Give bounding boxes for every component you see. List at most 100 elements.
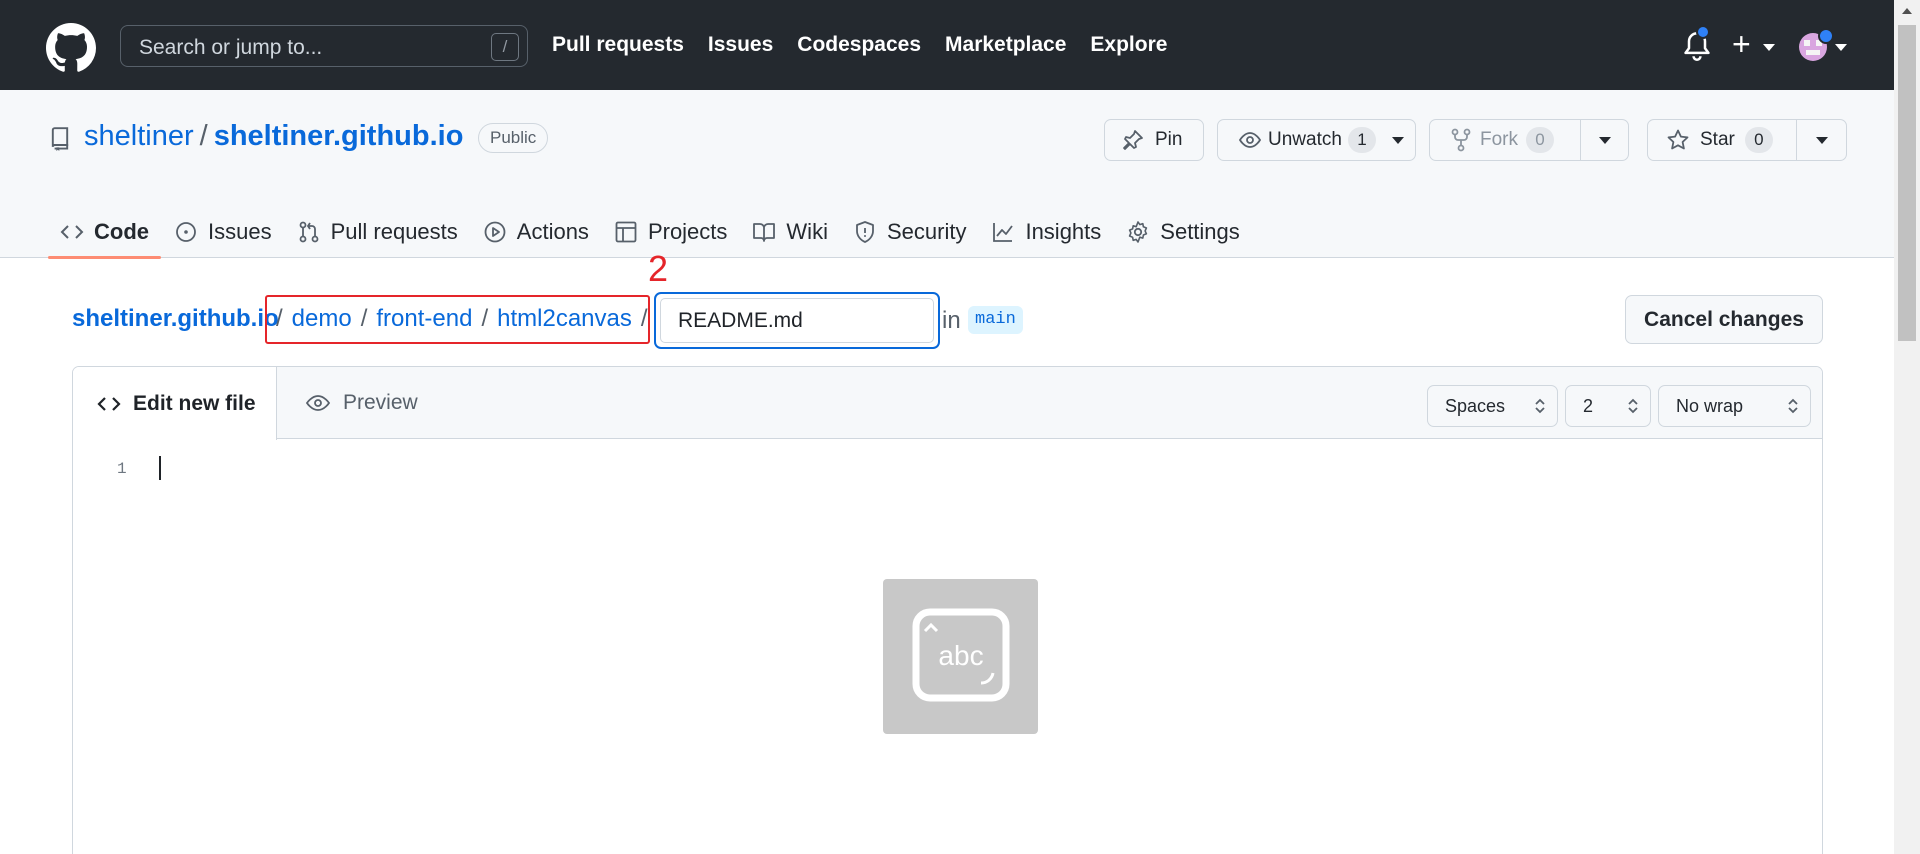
wrap-mode-select[interactable]: No wrap — [1658, 385, 1811, 427]
tab-actions[interactable]: Actions — [471, 206, 601, 258]
fork-count: 0 — [1526, 127, 1554, 153]
nav-codespaces[interactable]: Codespaces — [797, 33, 921, 57]
pin-label: Pin — [1155, 129, 1183, 150]
indent-mode-value: Spaces — [1445, 396, 1506, 416]
star-icon — [1667, 129, 1689, 150]
table-icon — [615, 221, 637, 243]
tab-projects-label: Projects — [647, 219, 728, 244]
tab-pull-requests[interactable]: Pull requests — [285, 206, 470, 258]
repo-header: sheltiner / sheltiner.github.io Public Pin… — [0, 90, 1894, 259]
filename-field-focus-ring — [654, 292, 940, 349]
fork-button-group: Fork 0 — [1429, 119, 1629, 161]
repo-icon — [51, 127, 69, 151]
repo-title: sheltiner / sheltiner.github.io — [84, 120, 463, 153]
fork-icon — [1451, 128, 1471, 152]
nav-pull-requests[interactable]: Pull requests — [552, 33, 684, 57]
scroll-up-arrow-icon[interactable] — [1902, 8, 1912, 14]
editor-toolbar: Edit new file Preview Spaces 2 No wrap — [73, 367, 1822, 440]
unwatch-caret-icon — [1391, 136, 1404, 144]
shield-icon — [856, 221, 874, 243]
tab-edit-new-file[interactable]: Edit new file — [73, 367, 277, 440]
pin-button[interactable]: Pin — [1104, 119, 1204, 161]
pin-icon — [1123, 130, 1143, 150]
tab-edit-label: Edit new file — [133, 391, 256, 415]
star-label: Star — [1700, 129, 1735, 150]
avatar-status-dot — [1818, 28, 1834, 44]
branch-badge: main — [968, 306, 1023, 334]
input-method-icon: abc — [912, 608, 1010, 702]
code-icon — [97, 396, 121, 411]
tab-wiki-label: Wiki — [786, 219, 828, 244]
tab-preview[interactable]: Preview — [305, 367, 418, 439]
visibility-badge: Public — [478, 123, 549, 153]
tab-settings[interactable]: Settings — [1114, 206, 1252, 258]
star-button-group: Star 0 — [1647, 119, 1847, 161]
indent-size-value: 2 — [1583, 396, 1594, 416]
filename-input[interactable] — [660, 298, 934, 343]
global-header: Search or jump to... / Pull requests Iss… — [0, 0, 1894, 90]
repo-title-separator: / — [199, 120, 208, 152]
scrollbar-thumb[interactable] — [1898, 25, 1916, 341]
book-icon — [753, 223, 776, 242]
eye-icon — [1238, 132, 1262, 148]
tab-insights-label: Insights — [1025, 219, 1102, 244]
tab-preview-label: Preview — [343, 391, 418, 414]
repo-name-link[interactable]: sheltiner.github.io — [214, 120, 464, 152]
breadcrumb: sheltiner.github.io — [72, 305, 279, 333]
page-scrollbar[interactable] — [1894, 0, 1920, 854]
unwatch-button[interactable]: Unwatch 1 — [1217, 119, 1416, 161]
tab-code[interactable]: Code — [48, 206, 161, 259]
graph-icon — [993, 223, 1014, 242]
repo-owner-link[interactable]: sheltiner — [84, 120, 194, 152]
code-icon — [60, 225, 84, 239]
tab-wiki[interactable]: Wiki — [740, 206, 840, 258]
issue-icon — [176, 222, 196, 242]
nav-marketplace[interactable]: Marketplace — [945, 33, 1066, 57]
github-logo-icon[interactable] — [46, 23, 96, 73]
fork-caret-icon — [1598, 136, 1611, 144]
file-editor: Edit new file Preview Spaces 2 No wrap 1… — [72, 366, 1823, 854]
tab-insights[interactable]: Insights — [979, 206, 1113, 258]
wrap-mode-value: No wrap — [1676, 396, 1744, 416]
tab-security-label: Security — [886, 219, 967, 244]
fork-label: Fork — [1480, 129, 1518, 150]
global-nav: Pull requests Issues Codespaces Marketpl… — [552, 33, 1167, 57]
nav-issues[interactable]: Issues — [708, 33, 773, 57]
avatar-dropdown-caret-icon[interactable] — [1835, 44, 1847, 51]
tab-security[interactable]: Security — [841, 206, 978, 258]
select-arrows-icon — [1535, 398, 1545, 414]
search-input[interactable]: Search or jump to... / — [120, 25, 528, 67]
ime-label: abc — [938, 640, 983, 671]
plus-icon[interactable]: + — [1732, 28, 1751, 60]
watch-count: 1 — [1347, 127, 1376, 153]
search-placeholder: Search or jump to... — [139, 36, 323, 59]
annotation-highlight-box — [265, 295, 650, 344]
fork-button[interactable]: Fork 0 — [1430, 127, 1580, 153]
pull-request-icon — [299, 221, 318, 243]
tab-issues[interactable]: Issues — [162, 206, 284, 258]
keyboard-input-indicator: abc — [883, 579, 1038, 734]
tab-issues-label: Issues — [208, 219, 272, 244]
nav-explore[interactable]: Explore — [1090, 33, 1167, 57]
indent-mode-select[interactable]: Spaces — [1427, 385, 1558, 427]
gear-icon — [1129, 221, 1148, 243]
tab-code-label: Code — [94, 219, 149, 244]
breadcrumb-root-link[interactable]: sheltiner.github.io — [72, 305, 279, 332]
star-dropdown-button[interactable] — [1796, 120, 1846, 160]
in-branch-label: in — [942, 307, 961, 334]
unwatch-label: Unwatch — [1268, 129, 1342, 150]
notification-dot — [1696, 25, 1710, 39]
star-caret-icon — [1815, 136, 1828, 144]
cancel-changes-button[interactable]: Cancel changes — [1625, 295, 1823, 344]
tab-actions-label: Actions — [516, 219, 589, 244]
plus-dropdown-caret-icon[interactable] — [1763, 44, 1775, 51]
play-icon — [484, 221, 506, 243]
indent-size-select[interactable]: 2 — [1565, 385, 1651, 427]
star-count: 0 — [1744, 127, 1773, 153]
star-button[interactable]: Star 0 — [1648, 127, 1796, 153]
eye-icon — [305, 395, 331, 411]
tab-projects[interactable]: Projects — [602, 206, 739, 258]
fork-dropdown-button[interactable] — [1580, 120, 1628, 160]
tab-settings-label: Settings — [1160, 219, 1240, 244]
select-arrows-icon — [1788, 398, 1798, 414]
